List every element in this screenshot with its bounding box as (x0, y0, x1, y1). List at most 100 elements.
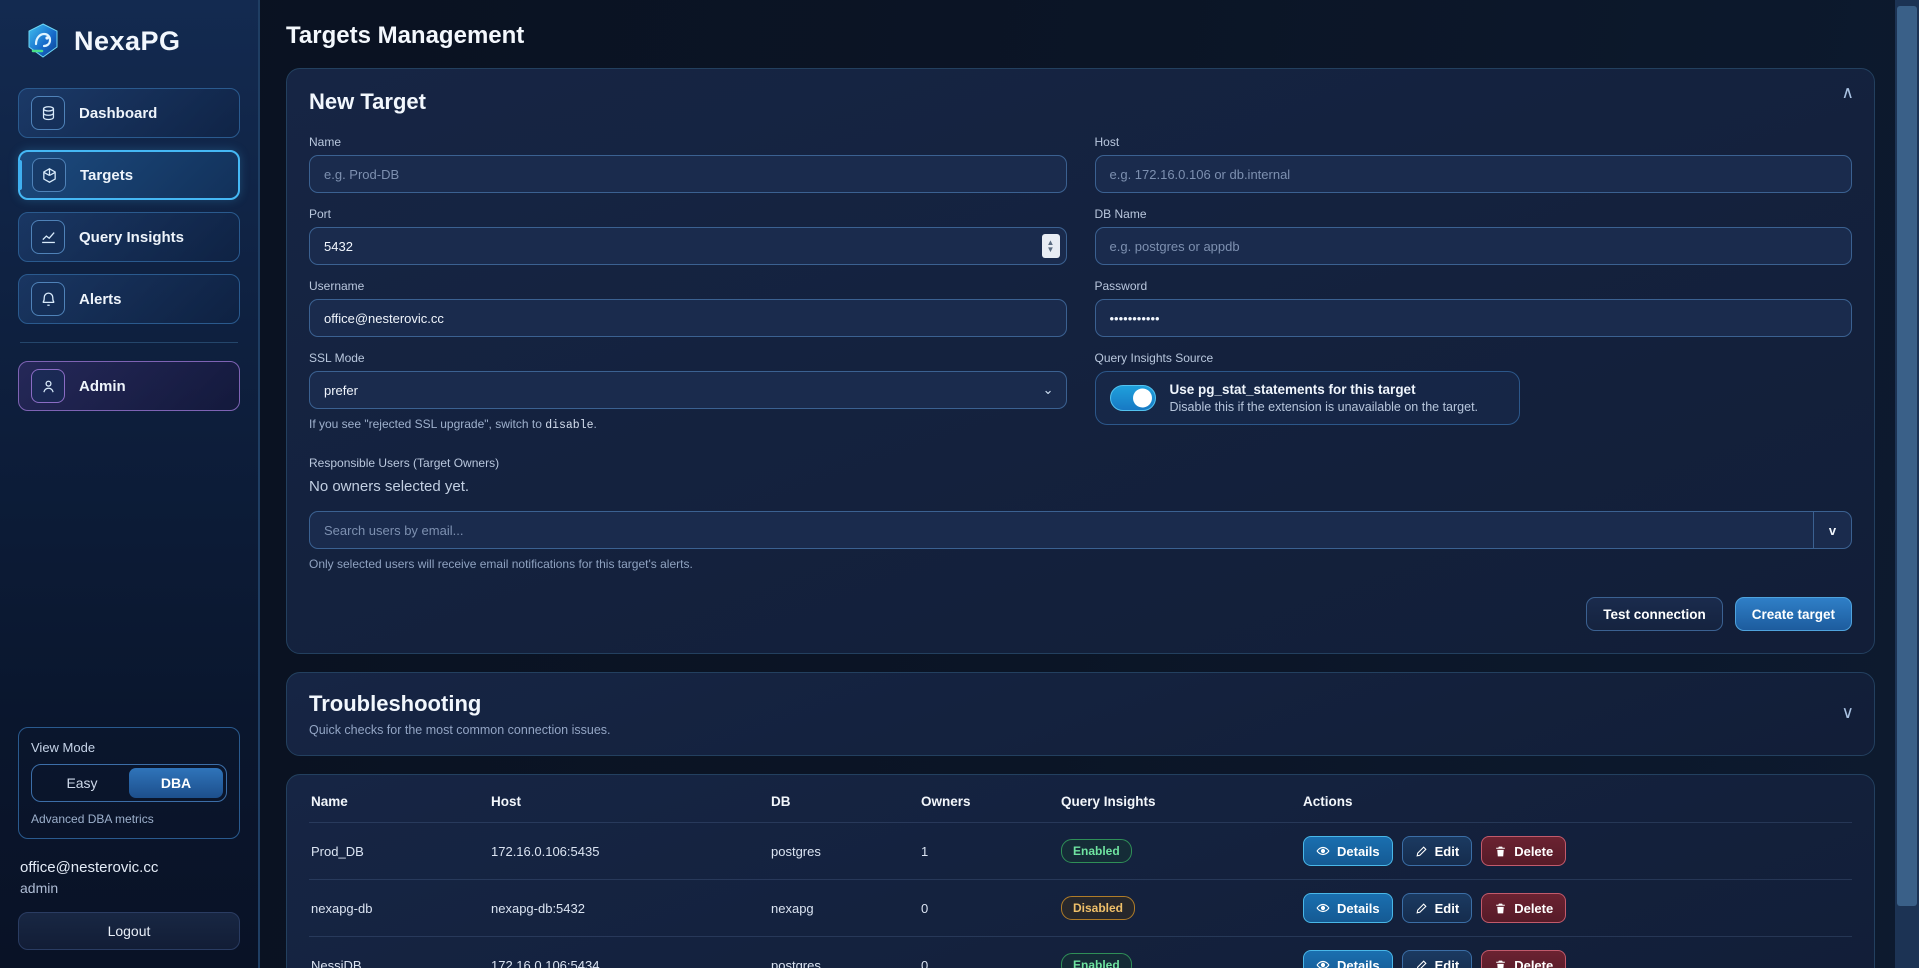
cell-owners: 0 (919, 880, 1059, 937)
delete-button[interactable]: Delete (1481, 893, 1566, 923)
col-db: DB (769, 779, 919, 823)
password-input[interactable] (1095, 299, 1853, 337)
edit-button[interactable]: Edit (1402, 893, 1473, 923)
pencil-icon (1415, 959, 1428, 968)
trash-icon (1494, 959, 1507, 968)
sidebar-item-admin[interactable]: Admin (18, 361, 240, 411)
row-actions: Details Edit Delete (1303, 836, 1844, 866)
name-label: Name (309, 135, 1067, 149)
cell-db: nexapg (769, 880, 919, 937)
ssl-mode-field-group: SSL Mode prefer ⌄ If you see "rejected S… (309, 351, 1067, 432)
sidebar-item-label: Alerts (79, 291, 122, 308)
row-actions: Details Edit Delete (1303, 893, 1844, 923)
owner-search-input[interactable] (310, 512, 1813, 548)
port-label: Port (309, 207, 1067, 221)
number-stepper-icon[interactable]: ▲▼ (1042, 234, 1060, 258)
new-target-form: Name Host Port ▲▼ DB Name Username (309, 135, 1852, 446)
password-field-group: Password (1095, 279, 1853, 337)
cell-host: nexapg-db:5432 (489, 880, 769, 937)
sidebar-item-label: Dashboard (79, 105, 157, 122)
eye-icon (1316, 901, 1330, 915)
name-field-group: Name (309, 135, 1067, 193)
view-mode-switch: Easy DBA (31, 764, 227, 802)
sidebar-item-targets[interactable]: Targets (18, 150, 240, 200)
new-target-card: ∧ New Target Name Host Port ▲▼ DB Name (286, 68, 1875, 654)
troubleshooting-subtitle: Quick checks for the most common connect… (309, 723, 1852, 737)
delete-button[interactable]: Delete (1481, 950, 1566, 968)
targets-table-card: Name Host DB Owners Query Insights Actio… (286, 774, 1875, 968)
qi-source-label: Query Insights Source (1095, 351, 1853, 365)
sidebar-item-query-insights[interactable]: Query Insights (18, 212, 240, 262)
owners-empty-text: No owners selected yet. (309, 478, 1852, 495)
ssl-hint-code: disable (545, 419, 593, 432)
dbname-input[interactable] (1095, 227, 1853, 265)
main-content: Targets Management ∧ New Target Name Hos… (260, 0, 1919, 968)
port-field-group: Port ▲▼ (309, 207, 1067, 265)
table-header-row: Name Host DB Owners Query Insights Actio… (309, 779, 1852, 823)
chart-icon (31, 220, 65, 254)
sidebar-spacer (18, 423, 240, 727)
owners-label: Responsible Users (Target Owners) (309, 456, 1852, 470)
table-row: Prod_DB 172.16.0.106:5435 postgres 1 Ena… (309, 823, 1852, 880)
sidebar-item-label: Targets (80, 167, 133, 184)
password-label: Password (1095, 279, 1853, 293)
port-input[interactable] (309, 227, 1067, 265)
details-button[interactable]: Details (1303, 836, 1393, 866)
vertical-scrollbar[interactable] (1895, 0, 1919, 968)
sidebar-item-dashboard[interactable]: Dashboard (18, 88, 240, 138)
username-label: Username (309, 279, 1067, 293)
details-button[interactable]: Details (1303, 950, 1393, 968)
ssl-mode-select[interactable]: prefer ⌄ (309, 371, 1067, 409)
cell-name: nexapg-db (309, 880, 489, 937)
pg-stat-toggle[interactable] (1110, 385, 1156, 411)
edit-button[interactable]: Edit (1402, 950, 1473, 968)
col-name: Name (309, 779, 489, 823)
cell-host: 172.16.0.106:5435 (489, 823, 769, 880)
username-field-group: Username (309, 279, 1067, 337)
form-actions: Test connection Create target (309, 597, 1852, 631)
bell-icon (31, 282, 65, 316)
view-mode-easy[interactable]: Easy (35, 768, 129, 798)
owner-search-row: v (309, 511, 1852, 549)
username-input[interactable] (309, 299, 1067, 337)
view-mode-dba[interactable]: DBA (129, 768, 223, 798)
cell-db: postgres (769, 937, 919, 968)
user-role: admin (20, 880, 238, 896)
sidebar-item-alerts[interactable]: Alerts (18, 274, 240, 324)
host-input[interactable] (1095, 155, 1853, 193)
collapse-up-icon[interactable]: ∧ (1842, 83, 1854, 103)
owner-search-dropdown-button[interactable]: v (1813, 512, 1851, 548)
new-target-title: New Target (309, 89, 1852, 115)
cell-owners: 1 (919, 823, 1059, 880)
collapse-down-icon[interactable]: ∨ (1842, 703, 1854, 723)
edit-button[interactable]: Edit (1402, 836, 1473, 866)
pencil-icon (1415, 902, 1428, 915)
page-title: Targets Management (286, 22, 1875, 50)
status-badge: Disabled (1061, 896, 1135, 920)
host-field-group: Host (1095, 135, 1853, 193)
cell-name: Prod_DB (309, 823, 489, 880)
host-label: Host (1095, 135, 1853, 149)
logout-button[interactable]: Logout (18, 912, 240, 950)
view-mode-hint: Advanced DBA metrics (31, 812, 227, 826)
scrollbar-thumb[interactable] (1897, 6, 1917, 906)
trash-icon (1494, 845, 1507, 858)
eye-icon (1316, 844, 1330, 858)
sidebar-divider (20, 342, 238, 343)
create-target-button[interactable]: Create target (1735, 597, 1852, 631)
delete-button[interactable]: Delete (1481, 836, 1566, 866)
nexapg-logo-icon (24, 22, 62, 60)
details-button[interactable]: Details (1303, 893, 1393, 923)
pencil-icon (1415, 845, 1428, 858)
cell-host: 172.16.0.106:5434 (489, 937, 769, 968)
dbname-label: DB Name (1095, 207, 1853, 221)
name-input[interactable] (309, 155, 1067, 193)
targets-table: Name Host DB Owners Query Insights Actio… (309, 779, 1852, 968)
view-mode-label: View Mode (31, 740, 227, 755)
test-connection-button[interactable]: Test connection (1586, 597, 1723, 631)
troubleshooting-card: ∨ Troubleshooting Quick checks for the m… (286, 672, 1875, 756)
database-icon (31, 96, 65, 130)
table-row: nexapg-db nexapg-db:5432 nexapg 0 Disabl… (309, 880, 1852, 937)
col-owners: Owners (919, 779, 1059, 823)
brand: NexaPG (24, 22, 240, 60)
